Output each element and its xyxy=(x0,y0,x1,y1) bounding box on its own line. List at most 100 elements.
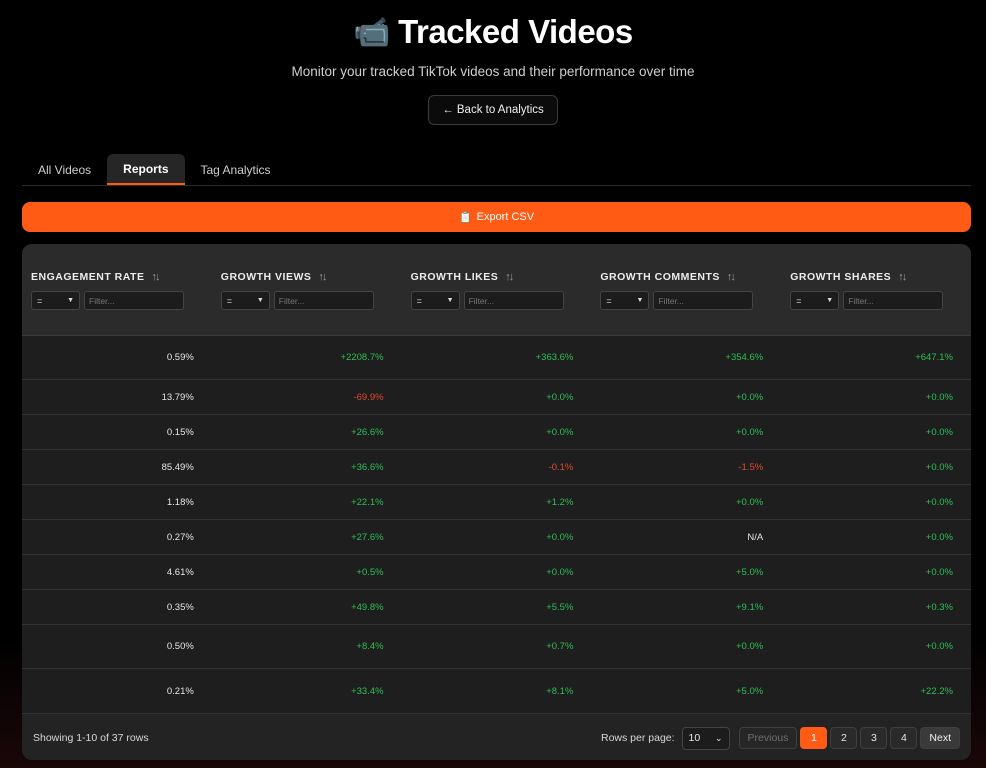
table-cell: +0.0% xyxy=(546,426,574,438)
page-button-3[interactable]: 3 xyxy=(860,727,888,749)
table-body: 0.59% +2208.7% +363.6% +354.6% +647.1% 13.79%… xyxy=(22,336,971,714)
table-cell: +36.6% xyxy=(351,461,384,473)
column-header-growth-comments: GROWTH COMMENTS ↑↓ = ▼ xyxy=(591,244,781,335)
caret-down-icon: ▼ xyxy=(826,297,834,304)
tab-tag-analytics[interactable]: Tag Analytics xyxy=(185,154,287,185)
table-cell: +0.0% xyxy=(925,426,953,438)
pagination: Rows per page: 10 ⌄ Previous 1 2 3 4 Nex… xyxy=(601,726,960,750)
export-csv-label: Export CSV xyxy=(476,211,535,223)
page-button-2[interactable]: 2 xyxy=(830,727,858,749)
filter-input[interactable] xyxy=(843,291,944,310)
page-button-1[interactable]: 1 xyxy=(800,727,828,749)
column-sort-growth-views[interactable]: GROWTH VIEWS ↑↓ xyxy=(221,270,402,284)
column-sort-growth-likes[interactable]: GROWTH LIKES ↑↓ xyxy=(411,270,592,284)
table-row: 13.79% -69.9% +0.0% +0.0% +0.0% xyxy=(22,380,971,415)
table-cell: -69.9% xyxy=(353,391,384,403)
tab-all-videos[interactable]: All Videos xyxy=(22,154,107,185)
table-cell: 0.59% xyxy=(166,352,194,363)
table-cell: +0.0% xyxy=(925,391,953,403)
operator-select[interactable]: = ▼ xyxy=(31,291,80,310)
column-label: GROWTH COMMENTS xyxy=(600,271,720,283)
sort-icon[interactable]: ↑↓ xyxy=(898,271,907,283)
table-cell: +33.4% xyxy=(351,685,384,697)
table-cell: +0.0% xyxy=(735,641,764,652)
column-label: ENGAGEMENT RATE xyxy=(31,271,145,283)
table-cell: +0.0% xyxy=(925,641,953,652)
table-row: 0.59% +2208.7% +363.6% +354.6% +647.1% xyxy=(22,336,971,380)
table-cell: 0.27% xyxy=(166,531,194,543)
table-cell: +0.0% xyxy=(925,531,953,543)
sort-icon[interactable]: ↑↓ xyxy=(505,271,514,283)
sort-icon[interactable]: ↑↓ xyxy=(318,271,327,283)
table-cell: +0.0% xyxy=(925,461,953,473)
table-footer: Showing 1-10 of 37 rows Rows per page: 1… xyxy=(22,716,971,760)
column-sort-growth-shares[interactable]: GROWTH SHARES ↑↓ xyxy=(790,270,971,284)
column-sort-engagement-rate[interactable]: ENGAGEMENT RATE ↑↓ xyxy=(31,270,212,284)
table-cell: +0.0% xyxy=(546,391,574,403)
page-header: 📹 Tracked Videos Monitor your tracked Ti… xyxy=(0,0,986,125)
page-title-text: Tracked Videos xyxy=(398,13,633,50)
caret-down-icon: ▼ xyxy=(67,297,74,304)
table-cell: +0.0% xyxy=(546,566,574,578)
table-cell: +1.2% xyxy=(546,496,574,508)
column-label: GROWTH LIKES xyxy=(410,271,499,283)
caret-down-icon: ▼ xyxy=(636,297,644,304)
column-label: GROWTH VIEWS xyxy=(220,271,312,283)
table-cell: 0.15% xyxy=(166,426,194,438)
table-cell: 0.35% xyxy=(166,601,194,613)
operator-select[interactable]: = ▼ xyxy=(220,291,270,310)
filter-input[interactable] xyxy=(463,291,564,310)
table-cell: +49.8% xyxy=(351,601,384,613)
column-header-growth-views: GROWTH VIEWS ↑↓ = ▼ xyxy=(212,244,402,335)
sort-icon[interactable]: ↑↓ xyxy=(727,271,736,283)
table-cell: +0.0% xyxy=(925,566,953,578)
rows-per-page-label: Rows per page: xyxy=(601,732,675,744)
back-to-analytics-button[interactable]: ← Back to Analytics xyxy=(428,95,558,125)
export-csv-button[interactable]: 📋 Export CSV xyxy=(22,202,971,232)
table-cell: +9.1% xyxy=(735,601,764,613)
table-cell: N/A xyxy=(747,531,764,543)
filter-input[interactable] xyxy=(273,291,374,310)
operator-value: = xyxy=(606,295,612,306)
page-button-4[interactable]: 4 xyxy=(890,727,918,749)
table-cell: +647.1% xyxy=(915,352,953,363)
table-row: 0.35% +49.8% +5.5% +9.1% +0.3% xyxy=(22,590,971,625)
rows-per-page-select[interactable]: 10 ⌄ xyxy=(681,726,730,750)
table-cell: +354.6% xyxy=(725,352,764,363)
table-row: 0.15% +26.6% +0.0% +0.0% +0.0% xyxy=(22,415,971,450)
table-cell: +0.0% xyxy=(735,496,764,508)
table-cell: +27.6% xyxy=(351,531,384,543)
table-cell: +22.1% xyxy=(351,496,384,508)
column-header-growth-shares: GROWTH SHARES ↑↓ = ▼ xyxy=(781,244,971,335)
operator-select[interactable]: = ▼ xyxy=(790,291,840,310)
table-cell: +2208.7% xyxy=(340,352,384,363)
column-header-engagement-rate: ENGAGEMENT RATE ↑↓ = ▼ xyxy=(22,244,212,335)
operator-value: = xyxy=(796,295,802,306)
table-cell: +0.0% xyxy=(546,531,574,543)
next-page-button[interactable]: Next xyxy=(920,727,960,749)
sort-icon[interactable]: ↑↓ xyxy=(151,271,160,283)
table-row: 85.49% +36.6% -0.1% -1.5% +0.0% xyxy=(22,450,971,485)
column-sort-growth-comments[interactable]: GROWTH COMMENTS ↑↓ xyxy=(600,270,781,284)
tab-reports[interactable]: Reports xyxy=(107,154,185,185)
filter-input[interactable] xyxy=(653,291,754,310)
table-cell: +0.3% xyxy=(925,601,953,613)
table-row: 0.21% +33.4% +8.1% +5.0% +22.2% xyxy=(22,669,971,714)
table-cell: +22.2% xyxy=(920,685,953,697)
column-label: GROWTH SHARES xyxy=(790,271,892,283)
table-cell: 0.21% xyxy=(166,685,194,697)
operator-select[interactable]: = ▼ xyxy=(600,291,650,310)
page-subtitle: Monitor your tracked TikTok videos and t… xyxy=(291,64,695,79)
operator-value: = xyxy=(37,295,43,306)
movie-camera-icon: 📹 xyxy=(353,15,391,49)
caret-down-icon: ▼ xyxy=(446,297,454,304)
table-cell: 13.79% xyxy=(161,391,194,403)
table-header: ENGAGEMENT RATE ↑↓ =▼ GROWTH VIEWS ↑↓ =▼… xyxy=(22,244,971,336)
previous-page-button[interactable]: Previous xyxy=(738,727,798,749)
filter-input[interactable] xyxy=(84,291,184,310)
table-row: 0.50% +8.4% +0.7% +0.0% +0.0% xyxy=(22,625,971,669)
table-cell: -0.1% xyxy=(548,461,574,473)
operator-select[interactable]: = ▼ xyxy=(410,291,460,310)
table-cell: +0.7% xyxy=(546,641,574,652)
table-row: 0.27% +27.6% +0.0% N/A +0.0% xyxy=(22,520,971,555)
